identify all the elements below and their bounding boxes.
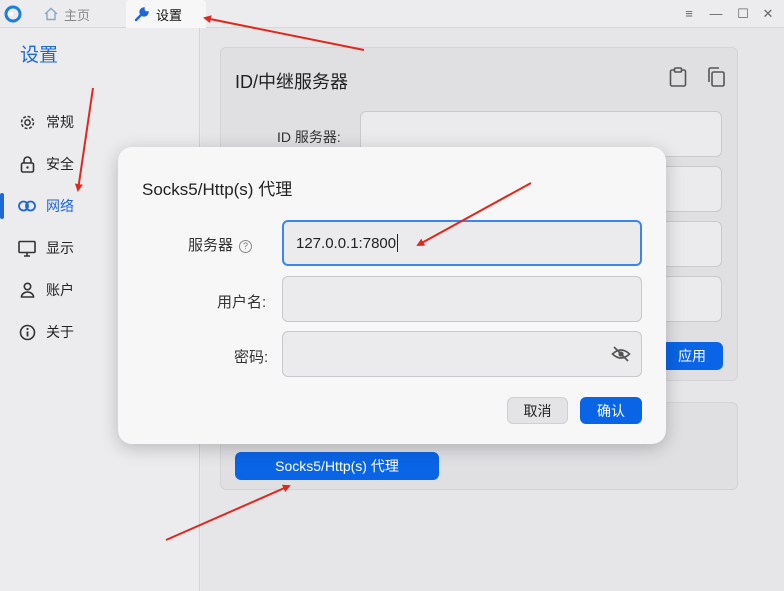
- eye-off-icon[interactable]: [611, 345, 631, 363]
- gear-icon: [18, 113, 36, 131]
- sidebar-item-label: 账户: [46, 282, 74, 298]
- text-caret: [397, 234, 399, 252]
- confirm-button[interactable]: 确认: [580, 397, 642, 424]
- app-logo-icon: [4, 5, 22, 23]
- server-input[interactable]: 127.0.0.1:7800: [282, 220, 642, 266]
- clipboard-icon[interactable]: [667, 66, 689, 88]
- password-input[interactable]: [282, 331, 642, 377]
- dialog-title: Socks5/Http(s) 代理: [142, 180, 293, 199]
- lock-icon: [18, 155, 36, 173]
- tab-settings-label: 设置: [156, 7, 183, 23]
- tab-settings[interactable]: 设置: [126, 0, 206, 28]
- password-field-label: 密码:: [234, 349, 269, 366]
- server-field-label: 服务器?: [188, 234, 253, 255]
- server-card-title: ID/中继服务器: [235, 72, 349, 92]
- maximize-icon[interactable]: ☐: [735, 6, 751, 22]
- wrench-icon: [134, 7, 149, 22]
- sidebar-item-label: 显示: [46, 240, 74, 256]
- id-server-label: ID 服务器:: [277, 129, 341, 145]
- user-icon: [18, 281, 36, 299]
- apply-button[interactable]: 应用: [661, 342, 723, 370]
- server-label-text: 服务器: [188, 237, 234, 254]
- sidebar-item-label: 关于: [46, 324, 74, 340]
- menu-icon[interactable]: ≡: [681, 6, 697, 21]
- link-icon: [18, 197, 36, 215]
- sidebar-item-label: 网络: [46, 198, 74, 214]
- server-input-value: 127.0.0.1:7800: [296, 234, 397, 252]
- proxy-dialog: Socks5/Http(s) 代理 服务器? 127.0.0.1:7800 用户…: [118, 147, 666, 444]
- username-field-label: 用户名:: [217, 294, 267, 311]
- minimize-icon[interactable]: —: [708, 6, 724, 21]
- title-bar: 主页 设置 ≡ — ☐ ✕: [0, 0, 784, 28]
- tab-home-label: 主页: [64, 7, 91, 23]
- sidebar-item-general[interactable]: 常规: [0, 107, 199, 137]
- info-icon: [18, 323, 36, 341]
- help-icon[interactable]: ?: [239, 239, 253, 253]
- cancel-button[interactable]: 取消: [507, 397, 568, 424]
- tab-home[interactable]: 主页: [36, 0, 98, 28]
- close-icon[interactable]: ✕: [760, 6, 776, 22]
- home-icon: [44, 7, 58, 21]
- sidebar-item-label: 安全: [46, 156, 74, 172]
- proxy-settings-button[interactable]: Socks5/Http(s) 代理: [235, 452, 439, 480]
- sidebar-title: 设置: [20, 45, 59, 66]
- monitor-icon: [18, 239, 36, 257]
- sidebar-item-label: 常规: [46, 114, 74, 130]
- copy-icon[interactable]: [705, 66, 727, 88]
- username-input[interactable]: [282, 276, 642, 322]
